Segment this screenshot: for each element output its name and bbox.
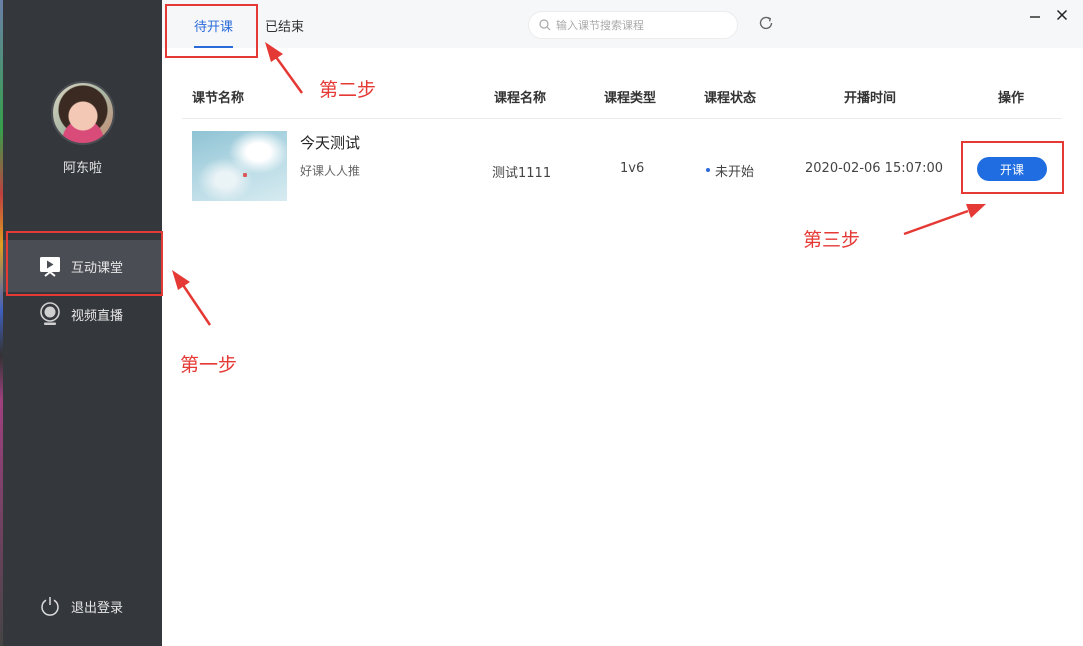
annotation-arrows: [172, 42, 986, 326]
app-window: 阿东啦 互动课堂 视频直播 退出登录 待开课 已结束 输入课节搜索课程 课节名称…: [0, 0, 1083, 646]
annotation-step1: 第一步: [180, 354, 238, 376]
annotation-step3: 第三步: [803, 229, 861, 251]
annotation-step2: 第二步: [319, 79, 377, 101]
